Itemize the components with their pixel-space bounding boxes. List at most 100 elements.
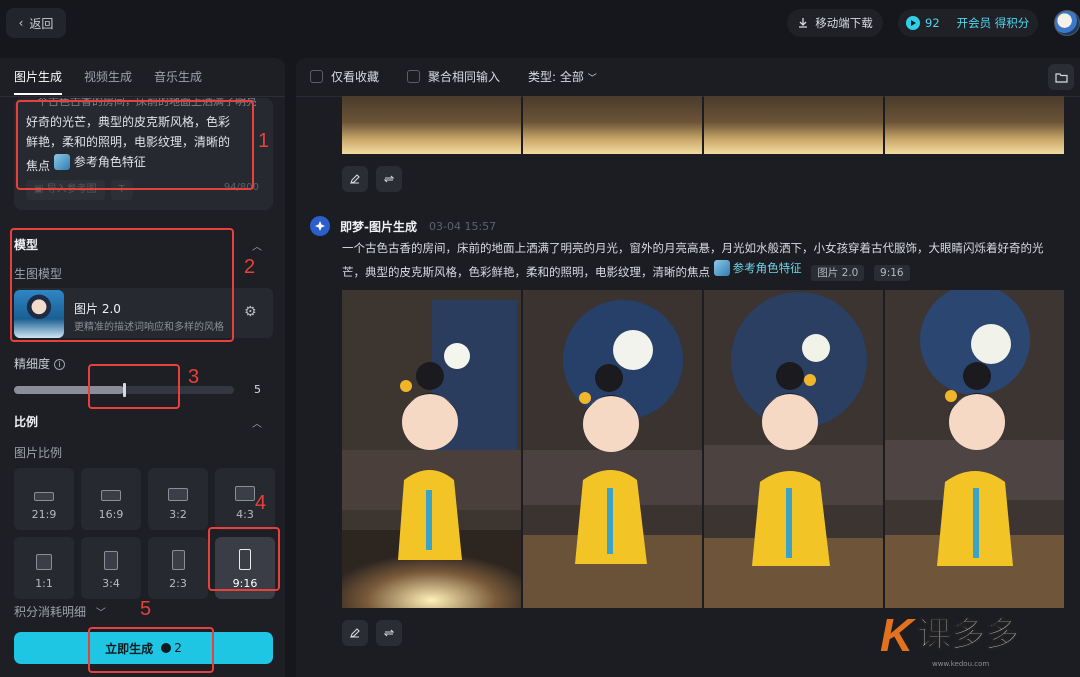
regenerate-button[interactable] xyxy=(376,166,402,192)
filter-bar: 仅看收藏 聚合相同输入 类型: 全部 ﹀ xyxy=(310,68,597,85)
annotation-number: 5 xyxy=(140,598,152,620)
detail-label: 精细度 i xyxy=(14,355,66,372)
ratio-option[interactable]: 1:1 xyxy=(14,537,74,599)
ratio-label: 21:9 xyxy=(31,508,57,521)
generated-image[interactable] xyxy=(885,96,1064,154)
annotation-box xyxy=(16,100,254,190)
ratio-option[interactable]: 21:9 xyxy=(14,468,74,530)
tab-music-generation[interactable]: 音乐生成 xyxy=(154,68,202,85)
pencil-icon xyxy=(350,628,360,638)
watermark-text: 课多多 xyxy=(917,615,1020,656)
favorites-label: 仅看收藏 xyxy=(331,70,380,84)
chevron-down-icon: ﹀ xyxy=(95,608,106,619)
ratio-option[interactable]: 3:4 xyxy=(81,537,141,599)
info-icon[interactable]: i xyxy=(54,359,66,370)
top-bar: ‹ 返回 移动端下载 92 开会员 得积分 xyxy=(0,0,1080,46)
record-description: 一个古色古香的房间，床前的地面上洒满了明亮的月光，窗外的月亮高悬，月光如水般洒下… xyxy=(342,238,1062,282)
record-time: 03-04 15:57 xyxy=(428,219,497,233)
checkbox[interactable] xyxy=(407,70,421,83)
record-header: 即梦-图片生成 03-04 15:57 xyxy=(310,216,496,236)
regenerate-button[interactable] xyxy=(376,620,402,646)
generated-image[interactable] xyxy=(704,96,883,154)
girl-image-art xyxy=(523,290,702,608)
girl-image-art xyxy=(704,290,883,608)
vip-link[interactable]: 开会员 得积分 xyxy=(957,15,1030,31)
merge-label: 聚合相同输入 xyxy=(428,70,501,84)
generated-image[interactable] xyxy=(342,290,521,608)
ratio-sub-label: 图片比例 xyxy=(14,446,63,460)
mobile-download-button[interactable]: 移动端下载 xyxy=(787,9,883,37)
girl-image-art xyxy=(885,290,1064,608)
generated-image[interactable] xyxy=(342,96,521,154)
type-filter-dropdown[interactable]: 类型: 全部 ﹀ xyxy=(528,68,597,85)
annotation-box xyxy=(10,228,234,342)
back-button[interactable]: ‹ 返回 xyxy=(6,8,66,38)
generated-image[interactable] xyxy=(523,96,702,154)
chevron-up-icon[interactable]: ︿ xyxy=(252,415,262,430)
ratio-label: 4:3 xyxy=(236,508,254,521)
ratio-option[interactable]: 16:9 xyxy=(81,468,141,530)
result-images xyxy=(342,290,1064,608)
watermark-url: www.kedou.com xyxy=(932,660,990,668)
ratio-option[interactable]: 3:2 xyxy=(148,468,208,530)
mobile-download-label: 移动端下载 xyxy=(815,16,873,30)
avatar[interactable] xyxy=(1054,10,1080,36)
type-filter-label: 类型: 全部 xyxy=(528,70,584,84)
tab-image-generation[interactable]: 图片生成 xyxy=(14,68,63,95)
annotation-box xyxy=(208,527,280,591)
ratio-label: 16:9 xyxy=(98,508,124,521)
watermark-logo: K 课多多 www.kedou.com xyxy=(880,609,1020,668)
ratio-3-4-icon xyxy=(104,551,118,570)
ratio-4-3-icon xyxy=(235,486,255,501)
back-label: 返回 xyxy=(29,16,54,31)
ratio-label: 3:4 xyxy=(102,577,120,590)
character-thumbnail xyxy=(713,260,730,276)
annotation-number: 3 xyxy=(188,366,200,388)
ratio-option[interactable]: 2:3 xyxy=(148,537,208,599)
credit-count: 92 xyxy=(925,16,940,30)
model-tag: 图片 2.0 xyxy=(811,265,865,281)
favorites-filter[interactable]: 仅看收藏 xyxy=(310,68,379,85)
result-actions xyxy=(342,620,402,646)
tab-divider xyxy=(0,96,285,97)
dreamina-logo-icon xyxy=(310,216,330,236)
pencil-icon xyxy=(350,174,360,184)
annotation-number: 2 xyxy=(244,256,256,278)
folder-icon xyxy=(1054,72,1068,83)
checkbox[interactable] xyxy=(310,70,323,83)
chevron-left-icon: ‹ xyxy=(18,16,24,30)
ratio-2-3-icon xyxy=(171,550,185,570)
ratio-3-2-icon xyxy=(168,488,188,501)
character-reference-tag: 参考角色特征 xyxy=(713,258,802,278)
ratio-label: 1:1 xyxy=(35,577,53,590)
cost-detail-toggle[interactable]: 积分消耗明细 ﹀ xyxy=(14,603,106,620)
generated-image[interactable] xyxy=(523,290,702,608)
cost-detail-label: 积分消耗明细 xyxy=(14,605,87,619)
character-reference-tag-label: 参考角色特征 xyxy=(732,261,802,275)
annotation-box xyxy=(88,364,180,409)
generated-image[interactable] xyxy=(704,290,883,608)
credit-icon xyxy=(906,16,920,30)
girl-image-art xyxy=(342,290,521,608)
credits-pill[interactable]: 92 开会员 得积分 xyxy=(898,9,1038,37)
download-icon xyxy=(799,18,808,28)
generation-tabs: 图片生成 视频生成 音乐生成 xyxy=(14,68,202,95)
record-prompt: 一个古色古香的房间，床前的地面上洒满了明亮的月光，窗外的月亮高悬，月光如水般洒下… xyxy=(342,241,1044,279)
sliders-icon[interactable]: ⚙ xyxy=(244,304,257,320)
ratio-label: 2:3 xyxy=(169,577,187,590)
edit-button[interactable] xyxy=(342,166,368,192)
annotation-number: 1 xyxy=(258,130,270,152)
annotation-number: 4 xyxy=(255,492,267,514)
previous-actions xyxy=(342,166,402,192)
watermark-k: K xyxy=(880,609,914,661)
folder-button[interactable] xyxy=(1048,64,1074,90)
ratio-label: 3:2 xyxy=(169,508,187,521)
ratio-21-9-icon xyxy=(34,492,54,501)
merge-filter[interactable]: 聚合相同输入 xyxy=(407,68,500,85)
results-panel: 仅看收藏 聚合相同输入 类型: 全部 ﹀ 即梦-图片生成 03-04 15:57… xyxy=(296,58,1080,677)
tab-video-generation[interactable]: 视频生成 xyxy=(84,68,132,85)
chevron-up-icon[interactable]: ︿ xyxy=(252,238,262,253)
generated-image[interactable] xyxy=(885,290,1064,608)
edit-button[interactable] xyxy=(342,620,368,646)
previous-images xyxy=(342,96,1064,154)
